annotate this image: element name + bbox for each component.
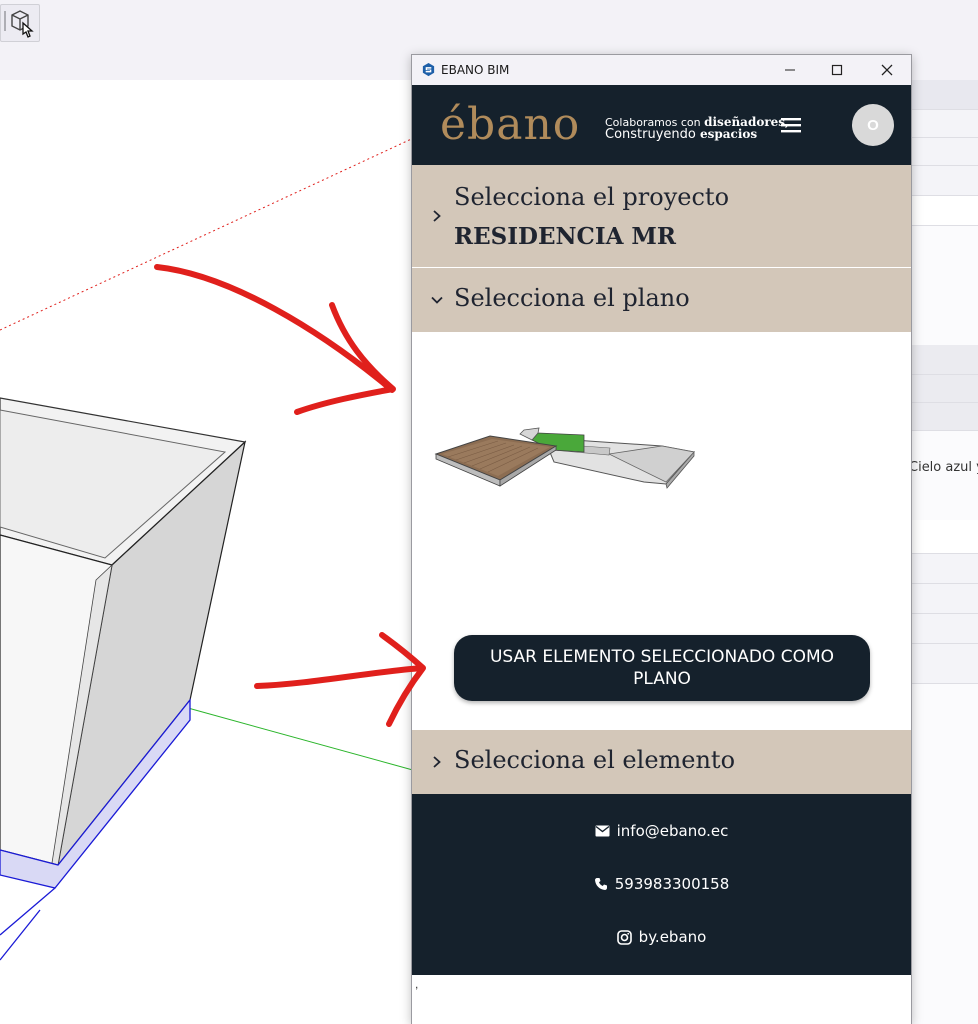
ebano-logo[interactable]: ébano bbox=[440, 99, 580, 150]
chevron-right-icon bbox=[433, 756, 441, 768]
plan-section-body: USAR ELEMENTO SELECCIONADO COMO PLANO bbox=[412, 332, 911, 730]
use-selected-element-as-plan-label: USAR ELEMENTO SELECCIONADO COMO PLANO bbox=[489, 647, 835, 689]
footer-phone-row[interactable]: 593983300158 bbox=[412, 875, 911, 893]
element-section-title: Selecciona el elemento bbox=[454, 746, 736, 774]
footer-email[interactable]: info@ebano.ec bbox=[617, 822, 729, 840]
cube-cursor-icon bbox=[4, 10, 34, 38]
select-tool-button[interactable] bbox=[0, 4, 40, 42]
chevron-down-icon bbox=[431, 296, 443, 304]
use-selected-element-as-plan-button[interactable]: USAR ELEMENTO SELECCIONADO COMO PLANO bbox=[454, 635, 870, 701]
chevron-right-icon bbox=[433, 210, 441, 222]
right-side-panel: Cielo azul y c bbox=[905, 80, 978, 1024]
stray-text: , bbox=[415, 977, 419, 991]
selected-project-name: RESIDENCIA MR bbox=[454, 223, 677, 250]
maximize-button[interactable] bbox=[814, 55, 860, 85]
maximize-icon bbox=[831, 64, 843, 76]
red-axis-line bbox=[0, 134, 421, 331]
site-footer: info@ebano.ec 593983300158 by.ebano bbox=[412, 794, 911, 975]
element-section-header[interactable]: Selecciona el elemento bbox=[412, 730, 911, 794]
tagline: Colaboramos con diseñadores, Construyend… bbox=[605, 116, 789, 142]
minimize-icon bbox=[785, 69, 795, 71]
green-axis-line bbox=[187, 707, 421, 773]
hamburger-menu-icon[interactable] bbox=[780, 116, 802, 134]
window-titlebar[interactable]: EBANO BIM bbox=[412, 55, 911, 85]
plan-section-title: Selecciona el plano bbox=[454, 284, 690, 312]
side-panel-caption: Cielo azul y c bbox=[909, 460, 978, 475]
project-section-title: Selecciona el proyecto bbox=[454, 183, 730, 211]
footer-email-row[interactable]: info@ebano.ec bbox=[412, 822, 911, 840]
close-icon bbox=[881, 64, 893, 76]
plan-thumbnail[interactable] bbox=[434, 424, 696, 494]
project-section-header[interactable]: Selecciona el proyecto RESIDENCIA MR bbox=[412, 165, 911, 267]
sketchup-app-icon bbox=[422, 62, 435, 77]
close-button[interactable] bbox=[864, 55, 910, 85]
tagline-line2-prefix: Construyendo bbox=[605, 127, 700, 142]
ebano-bim-window: EBANO BIM ébano Colaboramos con diseñado… bbox=[411, 54, 912, 1024]
plan-section-header[interactable]: Selecciona el plano bbox=[412, 268, 911, 332]
phone-icon bbox=[594, 878, 607, 890]
instagram-icon bbox=[616, 929, 632, 945]
footer-instagram-row[interactable]: by.ebano bbox=[412, 928, 911, 946]
site-header: ébano Colaboramos con diseñadores, Const… bbox=[412, 85, 911, 165]
mail-icon bbox=[595, 825, 610, 837]
plugin-content: ébano Colaboramos con diseñadores, Const… bbox=[412, 85, 911, 1024]
footer-instagram[interactable]: by.ebano bbox=[639, 928, 707, 946]
tagline-line2-bold: espacios bbox=[700, 127, 758, 141]
user-avatar[interactable]: O bbox=[852, 104, 894, 146]
footer-phone[interactable]: 593983300158 bbox=[615, 875, 730, 893]
window-title: EBANO BIM bbox=[441, 63, 510, 77]
minimize-button[interactable] bbox=[767, 55, 813, 85]
